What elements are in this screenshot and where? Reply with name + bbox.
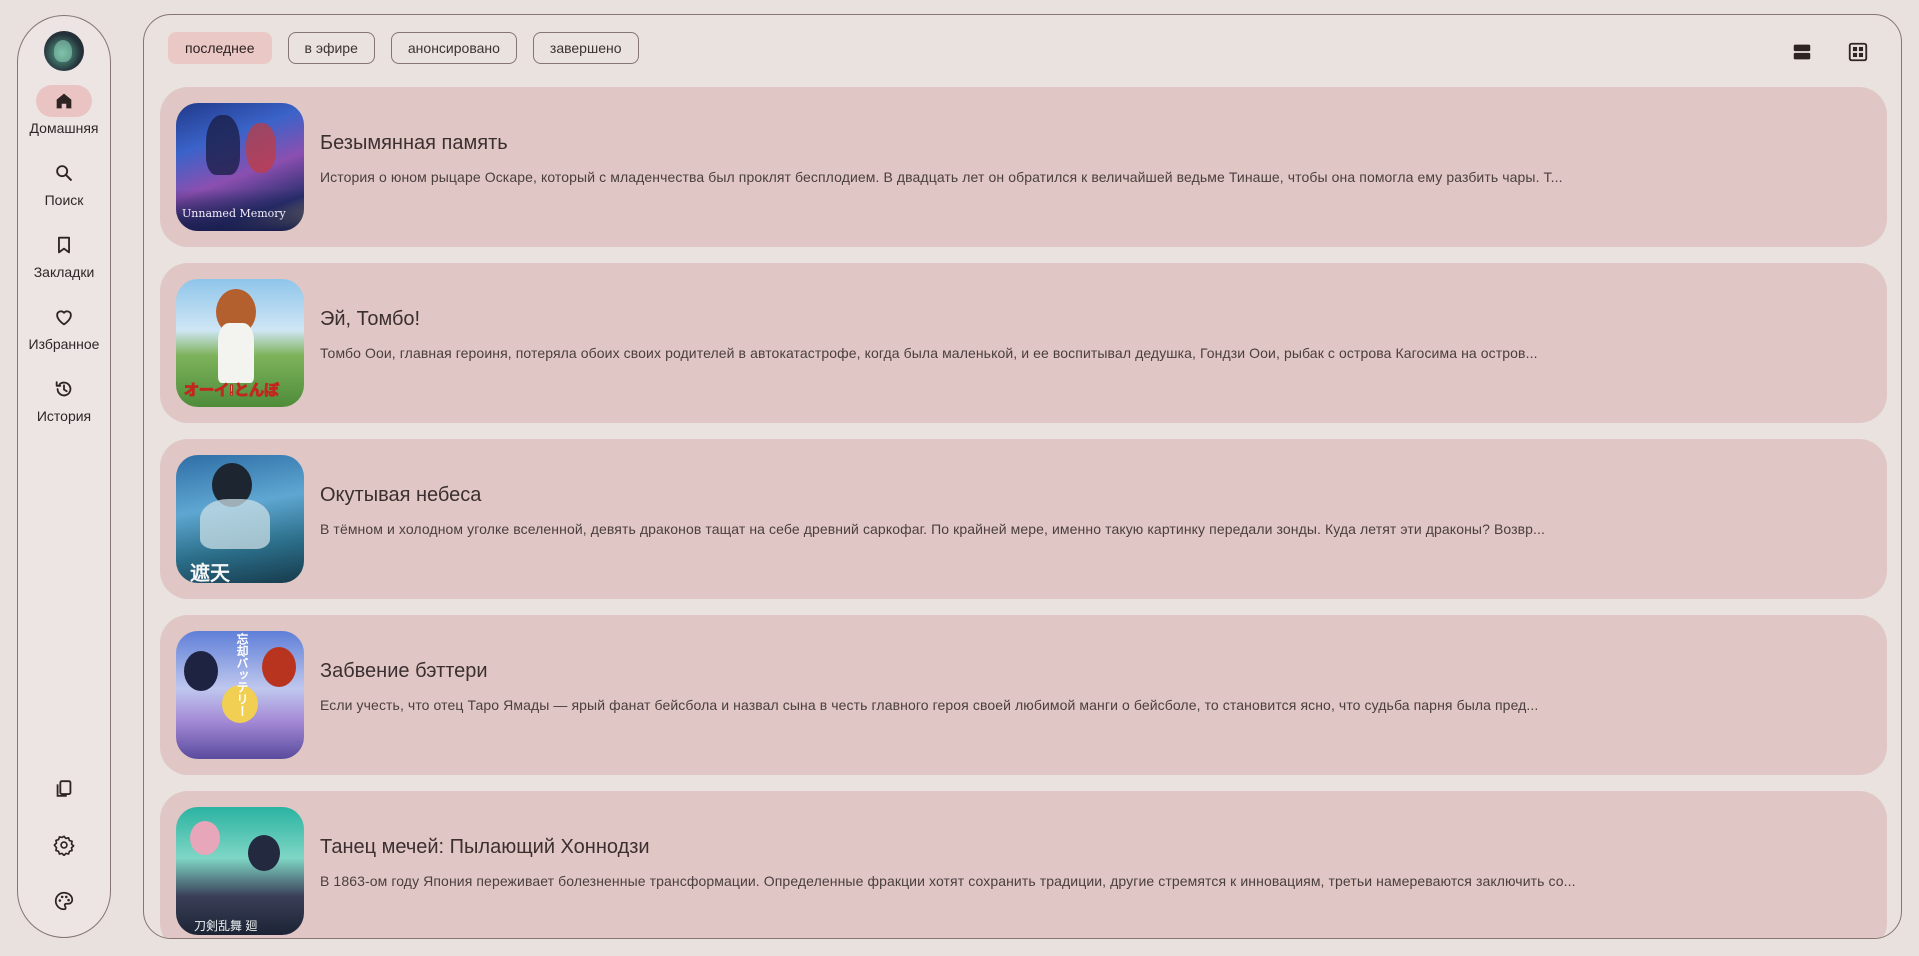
copy-icon: [56, 780, 72, 797]
poster-title-text: オーイ!とんぼ: [184, 382, 280, 400]
bookmark-icon: [58, 236, 70, 254]
poster-image: 遮天: [176, 455, 304, 583]
grid-view-button[interactable]: [1845, 39, 1871, 65]
item-description: В 1863-ом году Япония переживает болезне…: [320, 873, 1576, 889]
item-description: В тёмном и холодном уголке вселенной, де…: [320, 521, 1546, 537]
poster-image: Unnamed Memory: [176, 103, 304, 231]
poster-title-text: Unnamed Memory: [182, 207, 286, 220]
nav-item-favorites[interactable]: Избранное: [18, 301, 110, 352]
poster-title-text: 刀剣乱舞 廻: [194, 919, 258, 933]
avatar[interactable]: [44, 31, 84, 71]
filter-chip-latest[interactable]: последнее: [168, 32, 272, 64]
anime-list: Unnamed Memory Безымянная память История…: [160, 87, 1887, 938]
filter-chip-finished[interactable]: завершено: [532, 32, 639, 64]
palette-icon: [54, 891, 74, 911]
nav-item-home[interactable]: Домашняя: [18, 85, 110, 136]
item-title: Окутывая небеса: [320, 484, 482, 506]
nav-item-search[interactable]: Поиск: [18, 157, 110, 208]
filter-chips: последнее в эфире анонсировано завершено: [168, 32, 639, 64]
nav-label: Закладки: [33, 264, 95, 280]
item-title: Танец мечей: Пылающий Хоннодзи: [320, 836, 650, 858]
list-item[interactable]: オーイ!とんぼ Эй, Томбо! Томбо Оои, главная ге…: [160, 263, 1887, 423]
poster-image: 忘却バッテリー: [176, 631, 304, 759]
grid-view-icon: [1848, 42, 1868, 62]
settings-button[interactable]: [52, 833, 76, 857]
list-view-button[interactable]: [1789, 39, 1815, 65]
list-item[interactable]: Unnamed Memory Безымянная память История…: [160, 87, 1887, 247]
gear-icon: [53, 835, 75, 856]
history-icon: [55, 381, 72, 397]
poster-image: 刀剣乱舞 廻: [176, 807, 304, 935]
item-title: Безымянная память: [320, 132, 508, 154]
item-description: Если учесть, что отец Таро Ямады — ярый …: [320, 697, 1539, 713]
search-icon: [56, 165, 72, 181]
nav-label: История: [36, 408, 92, 424]
poster-image: オーイ!とんぼ: [176, 279, 304, 407]
home-icon: [56, 93, 72, 109]
nav-label: Поиск: [44, 192, 84, 208]
heart-icon: [56, 310, 72, 326]
nav-item-bookmarks[interactable]: Закладки: [18, 229, 110, 280]
main-panel: последнее в эфире анонсировано завершено…: [143, 14, 1902, 939]
theme-button[interactable]: [52, 889, 76, 913]
navigation-rail: Домашняя Поиск Закладки Избранное Истори…: [17, 15, 111, 938]
filter-chip-announced[interactable]: анонсировано: [390, 32, 517, 64]
poster-title-text: 遮天: [190, 563, 230, 583]
list-item[interactable]: 刀剣乱舞 廻 Танец мечей: Пылающий Хоннодзи В …: [160, 791, 1887, 938]
item-description: Томбо Оои, главная героиня, потеряла обо…: [320, 345, 1538, 361]
nav-label: Избранное: [28, 336, 100, 352]
filter-chip-airing[interactable]: в эфире: [287, 32, 375, 64]
item-title: Эй, Томбо!: [320, 308, 421, 330]
nav-item-indicator: [36, 85, 92, 117]
nav-item-history[interactable]: История: [18, 373, 110, 424]
nav-label: Домашняя: [29, 120, 99, 136]
list-item[interactable]: 忘却バッテリー Забвение бэттери Если учесть, чт…: [160, 615, 1887, 775]
poster-title-text: 忘却バッテリー: [235, 633, 249, 717]
list-view-icon: [1793, 44, 1811, 60]
item-description: История о юном рыцаре Оскаре, который с …: [320, 169, 1563, 185]
item-title: Забвение бэттери: [320, 660, 488, 682]
copy-button[interactable]: [52, 777, 76, 801]
list-item[interactable]: 遮天 Окутывая небеса В тёмном и холодном у…: [160, 439, 1887, 599]
